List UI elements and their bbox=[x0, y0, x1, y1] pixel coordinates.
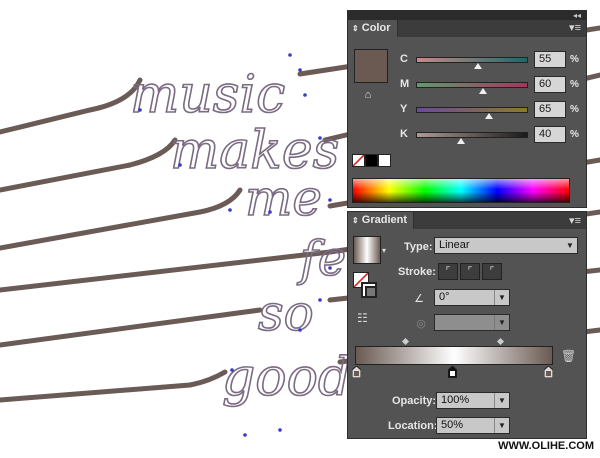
slider-thumb[interactable] bbox=[484, 113, 493, 119]
tab-color[interactable]: ⇕ Color bbox=[348, 20, 398, 37]
chevron-down-icon: ▼ bbox=[494, 418, 509, 433]
channel-value-c[interactable]: 55 bbox=[534, 51, 566, 68]
word-me: me bbox=[245, 169, 322, 227]
percent-unit: % bbox=[570, 54, 579, 65]
word-music: music bbox=[130, 65, 285, 125]
stroke-across-button[interactable]: ⌜ bbox=[482, 263, 502, 280]
channel-value-m[interactable]: 60 bbox=[534, 76, 566, 93]
stroke-within-button[interactable]: ⌜ bbox=[438, 263, 458, 280]
fill-color-swatch[interactable] bbox=[354, 49, 388, 83]
tab-sort-icon: ⇕ bbox=[352, 216, 359, 225]
stroke-swatch-icon[interactable] bbox=[361, 282, 377, 298]
gradient-thumbnail-dropdown-icon[interactable]: ▾ bbox=[382, 246, 386, 255]
slider-thumb[interactable] bbox=[456, 138, 465, 144]
out-of-gamut-icon[interactable]: ⌂ bbox=[361, 89, 375, 101]
gradient-stop-end[interactable] bbox=[544, 366, 553, 378]
channel-label-y: Y bbox=[400, 103, 408, 115]
slider-thumb[interactable] bbox=[473, 63, 482, 69]
color-spectrum-bar[interactable] bbox=[352, 178, 570, 203]
location-label: Location: bbox=[388, 420, 438, 432]
chevron-down-icon: ▼ bbox=[494, 290, 509, 305]
trash-icon[interactable]: 🗑 bbox=[561, 349, 576, 363]
white-swatch[interactable] bbox=[378, 154, 391, 167]
opacity-input[interactable]: 100% ▼ bbox=[436, 392, 510, 409]
channel-label-m: M bbox=[400, 78, 410, 90]
black-swatch[interactable] bbox=[365, 154, 378, 167]
color-panel: ◂◂ ⇕ Color ▾≡ ⌂ C 55% M 60% Y 65% K 40% bbox=[347, 10, 587, 208]
angle-icon: ∠ bbox=[414, 293, 424, 305]
gradient-panel: ⇕ Gradient ▾≡ ▾ Type: Linear ▼ Stroke: ⌜… bbox=[347, 211, 587, 439]
gradient-type-select[interactable]: Linear ▼ bbox=[434, 237, 578, 254]
word-good: good bbox=[222, 348, 351, 408]
channel-label-k: K bbox=[400, 128, 408, 140]
watermark-text: WWW.OLIHE.COM bbox=[498, 440, 594, 452]
gradient-options-icon[interactable]: ☷ bbox=[357, 311, 368, 325]
aspect-ratio-input: ▼ bbox=[434, 314, 510, 331]
tab-sort-icon: ⇕ bbox=[352, 24, 359, 33]
midpoint-diamond[interactable] bbox=[496, 337, 505, 346]
opacity-label: Opacity: bbox=[392, 395, 437, 407]
midpoint-diamond[interactable] bbox=[401, 337, 410, 346]
stroke-label: Stroke: bbox=[398, 266, 436, 278]
none-swatch[interactable] bbox=[352, 154, 365, 167]
chevron-down-icon: ▼ bbox=[494, 393, 509, 408]
channel-slider-y[interactable] bbox=[416, 107, 528, 113]
channel-value-k[interactable]: 40 bbox=[534, 126, 566, 143]
channel-value-y[interactable]: 65 bbox=[534, 101, 566, 118]
gradient-stop-middle[interactable] bbox=[448, 366, 457, 378]
word-so: so bbox=[258, 284, 314, 342]
chevron-down-icon: ▼ bbox=[563, 238, 577, 253]
percent-unit: % bbox=[570, 104, 579, 115]
panel-menu-icon[interactable]: ▾≡ bbox=[569, 23, 581, 34]
slider-thumb[interactable] bbox=[479, 88, 488, 94]
channel-slider-k[interactable] bbox=[416, 132, 528, 138]
stroke-along-button[interactable]: ⌜ bbox=[460, 263, 480, 280]
type-label: Type: bbox=[404, 241, 433, 253]
aspect-ratio-icon: ◎ bbox=[416, 318, 426, 330]
gradient-slider[interactable] bbox=[355, 346, 553, 365]
panel-menu-icon[interactable]: ▾≡ bbox=[569, 216, 581, 227]
gradient-stop-start[interactable] bbox=[352, 366, 361, 378]
location-input[interactable]: 50% ▼ bbox=[436, 417, 510, 434]
collapse-icon[interactable]: ◂◂ bbox=[573, 11, 581, 20]
tab-gradient[interactable]: ⇕ Gradient bbox=[348, 212, 414, 229]
chevron-down-icon: ▼ bbox=[494, 315, 509, 330]
percent-unit: % bbox=[570, 79, 579, 90]
channel-slider-m[interactable] bbox=[416, 82, 528, 88]
percent-unit: % bbox=[570, 129, 579, 140]
channel-slider-c[interactable] bbox=[416, 57, 528, 63]
gradient-thumbnail[interactable] bbox=[353, 236, 381, 264]
channel-label-c: C bbox=[400, 53, 408, 65]
panel-titlebar[interactable]: ◂◂ bbox=[348, 11, 586, 20]
angle-input[interactable]: 0° ▼ bbox=[434, 289, 510, 306]
